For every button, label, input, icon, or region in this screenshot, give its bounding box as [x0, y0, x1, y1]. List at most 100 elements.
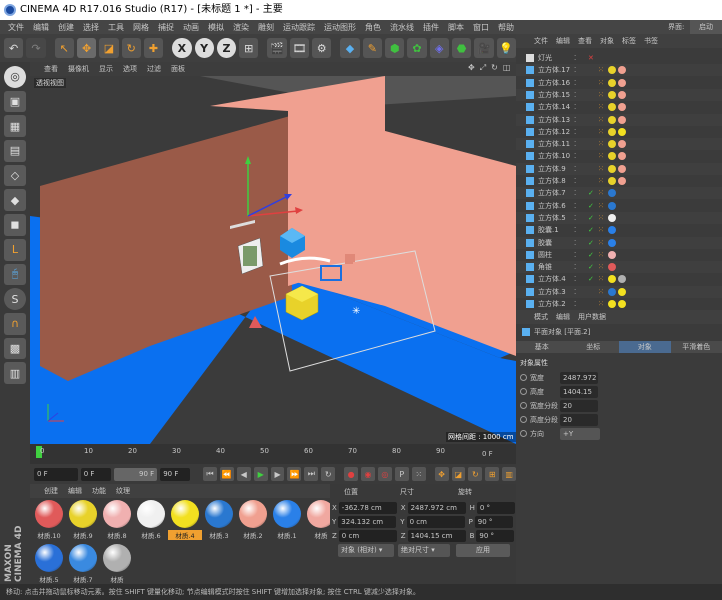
- menu-item[interactable]: 雕刻: [258, 22, 274, 33]
- object-menu-item[interactable]: 标签: [622, 36, 636, 46]
- object-row[interactable]: 胶囊 ⁚ ✓ ⁙: [516, 236, 722, 249]
- light-icon[interactable]: 💡: [496, 38, 516, 58]
- z-axis-icon[interactable]: Z: [216, 38, 237, 58]
- attribute-field-value[interactable]: 2487.972: [560, 372, 598, 384]
- menu-item[interactable]: 流水线: [390, 22, 414, 33]
- menu-item[interactable]: 渲染: [233, 22, 249, 33]
- menu-item[interactable]: 插件: [423, 22, 439, 33]
- make-editable-icon[interactable]: ◎: [4, 66, 26, 88]
- material-tag-icon[interactable]: [608, 201, 616, 210]
- layout-selector[interactable]: 启动: [690, 20, 722, 34]
- field-radio-icon[interactable]: [520, 374, 527, 381]
- solo-icon[interactable]: ▥: [4, 362, 26, 384]
- object-row[interactable]: 立方体.8 ⁚ ⁙: [516, 175, 722, 187]
- phong-tag-icon[interactable]: ⁙: [598, 239, 608, 247]
- enable-check-icon[interactable]: ✓: [588, 226, 598, 234]
- start-frame-field[interactable]: 0 F: [80, 467, 111, 481]
- material-swatch[interactable]: 材质.9: [66, 500, 100, 542]
- visibility-dots-icon[interactable]: ⁚: [574, 91, 588, 99]
- viewport-menu-item[interactable]: 查看: [44, 64, 58, 74]
- snap-icon[interactable]: S: [4, 288, 26, 310]
- size-field[interactable]: 0 cm: [406, 516, 465, 528]
- position-field[interactable]: 0 cm: [338, 530, 397, 542]
- material-swatch[interactable]: 材质.1: [270, 500, 304, 542]
- object-row[interactable]: 立方体.9 ⁚ ⁙: [516, 162, 722, 175]
- rotation-field[interactable]: 90 °: [474, 516, 513, 528]
- x-axis-icon[interactable]: X: [172, 38, 192, 58]
- scale-key-icon[interactable]: ◪: [451, 467, 466, 481]
- visibility-dots-icon[interactable]: ⁚: [574, 152, 588, 160]
- attribute-tab[interactable]: 平滑着色: [670, 341, 722, 353]
- texture-mode-icon[interactable]: ▦: [4, 115, 26, 138]
- visibility-dots-icon[interactable]: ⁚: [574, 275, 588, 283]
- material-menu-item[interactable]: 功能: [92, 486, 106, 496]
- visibility-dots-icon[interactable]: ⁚: [574, 79, 588, 87]
- phong-tag-icon[interactable]: ⁙: [598, 202, 608, 210]
- rotate-key-icon[interactable]: ↻: [468, 467, 483, 481]
- attribute-tab[interactable]: 基本: [516, 341, 568, 353]
- material-tag-icon[interactable]: [608, 152, 616, 161]
- visibility-dots-icon[interactable]: ⁚: [574, 189, 588, 197]
- material-tag-icon[interactable]: [618, 66, 626, 75]
- attribute-menu-item[interactable]: 用户数据: [578, 312, 606, 322]
- object-row[interactable]: 立方体.15 ⁚ ⁙: [516, 88, 722, 101]
- timeline-ruler[interactable]: 0 10 20 30 40 50 60 70 80 90 0 F: [30, 444, 516, 464]
- visibility-dots-icon[interactable]: ⁚: [574, 239, 588, 247]
- material-tag-icon[interactable]: [618, 164, 626, 173]
- menu-item[interactable]: 窗口: [473, 22, 489, 33]
- param-key-icon[interactable]: ⊞: [485, 467, 500, 481]
- material-tag-icon[interactable]: [608, 250, 616, 259]
- rotate-icon[interactable]: ↻: [121, 38, 141, 58]
- material-swatch[interactable]: 材质.2: [236, 500, 270, 542]
- visibility-dots-icon[interactable]: ⁚: [574, 140, 588, 148]
- visibility-dots-icon[interactable]: ⁚: [574, 177, 588, 185]
- menu-item[interactable]: 角色: [365, 22, 381, 33]
- live-selection-icon[interactable]: ↖: [54, 38, 74, 58]
- material-tag-icon[interactable]: [608, 213, 616, 222]
- object-row[interactable]: 立方体.4 ⁚ ✓ ⁙: [516, 273, 722, 285]
- field-radio-icon[interactable]: [520, 416, 527, 423]
- attribute-menu-item[interactable]: 模式: [534, 312, 548, 322]
- material-tag-icon[interactable]: [608, 78, 616, 87]
- step-back-icon[interactable]: ◀: [236, 467, 251, 481]
- position-field[interactable]: 324.132 cm: [338, 516, 397, 528]
- visibility-dots-icon[interactable]: ⁚: [574, 103, 588, 111]
- phong-tag-icon[interactable]: ⁙: [598, 116, 608, 124]
- material-tag-icon[interactable]: [608, 90, 616, 99]
- material-tag-icon[interactable]: [608, 115, 616, 124]
- material-tag-icon[interactable]: [608, 275, 616, 284]
- menu-item[interactable]: 网格: [133, 22, 149, 33]
- redo-icon[interactable]: ↷: [26, 38, 46, 58]
- material-swatch[interactable]: 材质.6: [134, 500, 168, 542]
- maximize-icon[interactable]: ◫: [503, 63, 511, 73]
- attribute-tab[interactable]: 坐标: [567, 341, 619, 353]
- tweak-mode-icon[interactable]: 🖰: [4, 263, 26, 286]
- object-row[interactable]: 立方体.13 ⁚ ⁙: [516, 113, 722, 126]
- play-icon[interactable]: ▶: [253, 467, 268, 481]
- material-tag-icon[interactable]: [608, 103, 616, 112]
- field-radio-icon[interactable]: [520, 388, 527, 395]
- phong-tag-icon[interactable]: ⁙: [598, 300, 608, 308]
- material-tag-icon[interactable]: [618, 177, 626, 185]
- material-swatch[interactable]: 材质.5: [32, 544, 66, 586]
- material-swatch[interactable]: 材质.4: [168, 500, 202, 542]
- viewport-menu-item[interactable]: 选项: [123, 64, 137, 74]
- visibility-dots-icon[interactable]: ⁚: [574, 165, 588, 173]
- phong-tag-icon[interactable]: ⁙: [598, 128, 608, 136]
- viewport-menu-item[interactable]: 显示: [99, 64, 113, 74]
- phong-tag-icon[interactable]: ⁙: [598, 251, 608, 259]
- material-tag-icon[interactable]: [608, 263, 616, 272]
- phong-tag-icon[interactable]: ⁙: [598, 103, 608, 111]
- goto-start-icon[interactable]: ⏮: [203, 467, 217, 481]
- object-menu-item[interactable]: 查看: [578, 36, 592, 46]
- polygons-mode-icon[interactable]: ◼: [4, 214, 26, 236]
- scale-icon[interactable]: ◪: [99, 38, 119, 58]
- auto-key-icon[interactable]: ◉: [361, 467, 375, 481]
- prev-key-icon[interactable]: ⏪: [219, 467, 234, 481]
- attribute-menu-item[interactable]: 编辑: [556, 312, 570, 322]
- disable-x-icon[interactable]: ✕: [588, 54, 598, 62]
- enable-check-icon[interactable]: ✓: [588, 202, 598, 210]
- field-radio-icon[interactable]: [520, 430, 527, 437]
- field-radio-icon[interactable]: [520, 402, 527, 409]
- position-key-icon[interactable]: P: [394, 467, 409, 481]
